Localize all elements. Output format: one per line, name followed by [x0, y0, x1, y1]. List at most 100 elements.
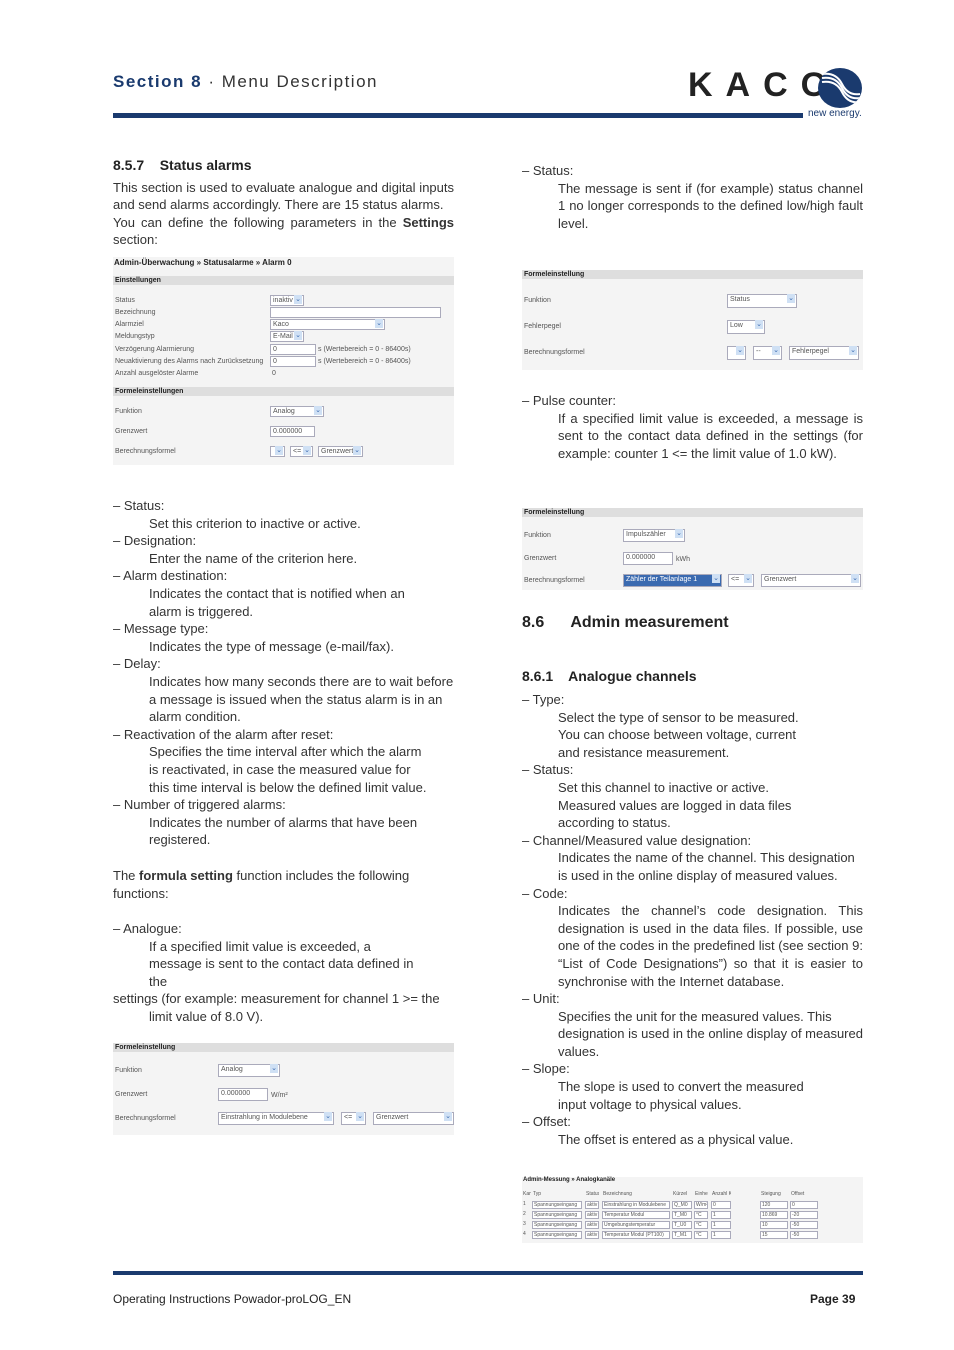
- funktion-label: Funktion: [115, 1067, 142, 1074]
- intro2-pre: You can define the following parameters …: [113, 214, 403, 230]
- table-cell[interactable]: Temperatur Modul (PT100): [602, 1231, 670, 1239]
- funktion-select[interactable]: Analog: [270, 406, 324, 417]
- formel-operand2-select[interactable]: Grenzwert: [373, 1112, 454, 1125]
- item-label: – Type:: [522, 692, 565, 707]
- table-cell[interactable]: °C: [694, 1211, 708, 1219]
- column-header: Einheit: [695, 1191, 708, 1197]
- list-item: – Channel/Measured value designation: Ind…: [522, 832, 863, 885]
- funktion-label: Funktion: [524, 297, 551, 304]
- grenzwert-label: Grenzwert: [115, 1091, 148, 1098]
- item-label: – Channel/Measured value designation:: [522, 832, 752, 848]
- table-cell[interactable]: -50: [790, 1221, 818, 1229]
- table-cell[interactable]: T_M0: [672, 1211, 692, 1219]
- table-cell[interactable]: 1: [711, 1231, 731, 1239]
- item-label: – Status:: [522, 762, 574, 778]
- formel-operand1-select[interactable]: [727, 346, 746, 360]
- table-cell[interactable]: W/m²: [694, 1201, 708, 1209]
- table-cell[interactable]: 120: [760, 1201, 788, 1209]
- formel-operand2-select[interactable]: Grenzwert: [318, 446, 363, 457]
- status-label: Status: [115, 297, 135, 304]
- formel-operand1-select[interactable]: Zähler der Teilanlage 1: [623, 574, 722, 587]
- table-cell[interactable]: Q_M0: [672, 1201, 692, 1209]
- table-cell[interactable]: -20: [790, 1211, 818, 1219]
- table-cell[interactable]: Spannungseingang: [532, 1221, 582, 1229]
- funktion-select[interactable]: Analog: [218, 1064, 280, 1077]
- table-cell[interactable]: 10: [760, 1221, 788, 1229]
- bezeichnung-input[interactable]: [270, 307, 441, 318]
- screenshot-pulse-formula: Formeleinstellung Funktion Impulszähler …: [522, 508, 863, 590]
- table-cell[interactable]: aktiv: [585, 1231, 599, 1239]
- table-cell[interactable]: 0: [790, 1201, 818, 1209]
- reactivation-input[interactable]: 0: [270, 356, 316, 367]
- formel-operand1-select[interactable]: Einstrahlung in Modulebene: [218, 1112, 334, 1125]
- formel-operand2-select[interactable]: Grenzwert: [761, 574, 861, 587]
- column-header: Bezeichnung: [603, 1191, 632, 1197]
- pulse-counter-item: – Pulse counter: If a specified limit va…: [522, 392, 863, 462]
- table-cell[interactable]: Spannungseingang: [532, 1201, 582, 1209]
- bezeichnung-label: Bezeichnung: [115, 309, 156, 316]
- grenzwert-input[interactable]: 0.000000: [270, 426, 315, 437]
- table-title: Admin-Messung » Analogkanäle: [523, 1177, 616, 1183]
- table-cell[interactable]: aktiv: [585, 1221, 599, 1229]
- table-cell[interactable]: T_M1: [672, 1231, 692, 1239]
- table-cell[interactable]: 1: [711, 1221, 731, 1229]
- table-cell[interactable]: Spannungseingang: [532, 1231, 582, 1239]
- left-column: 8.5.7 Status alarms This section is used…: [113, 157, 454, 249]
- formel-operator-select[interactable]: --: [753, 346, 782, 360]
- column-header: Steigung: [761, 1191, 781, 1197]
- table-cell[interactable]: °C: [694, 1221, 708, 1229]
- footer-document-title: Operating Instructions Powador-proLOG_EN: [113, 1292, 352, 1306]
- table-cell[interactable]: Spannungseingang: [532, 1211, 582, 1219]
- table-cell[interactable]: Umgebungstemperatur: [602, 1221, 670, 1229]
- grenzwert-input[interactable]: 0.000000: [218, 1088, 268, 1101]
- column-header: Typ: [533, 1191, 542, 1197]
- table-cell[interactable]: T_U0: [672, 1221, 692, 1229]
- reactivation-unit: s (Wertebereich = 0 - 86400s): [318, 358, 411, 365]
- section-title: Section 8 · Menu Description: [113, 72, 378, 92]
- screenshot-analog-formula: Formeleinstellung Funktion Analog Grenzw…: [113, 1043, 454, 1135]
- item-label: – Code:: [522, 885, 568, 901]
- table-cell[interactable]: -50: [790, 1231, 818, 1239]
- item-label: – Slope:: [522, 1061, 570, 1077]
- table-cell[interactable]: 10.869: [760, 1211, 788, 1219]
- table-cell[interactable]: 0: [711, 1201, 731, 1209]
- heading-admin-measurement: 8.6 Admin measurement: [522, 614, 729, 631]
- formel-operand2-select[interactable]: Fehlerpegel: [789, 346, 859, 360]
- formula-intro: The formula setting function includes th…: [113, 867, 454, 902]
- table-cell[interactable]: Einstrahlung in Modulebene: [602, 1201, 670, 1209]
- table-cell[interactable]: °C: [694, 1231, 708, 1239]
- formel-operator-select[interactable]: <=: [341, 1112, 366, 1125]
- list-item: – Type: Select the type of sensor to be m…: [522, 691, 863, 761]
- fehlerpegel-select[interactable]: Low: [727, 320, 765, 334]
- alarmziel-select[interactable]: Kaco: [270, 319, 385, 330]
- formula-bar: Formeleinstellung: [522, 270, 863, 279]
- item-desc: Enter the name of the criterion here.: [149, 550, 358, 566]
- formel-operator-select[interactable]: <=: [290, 446, 313, 457]
- column-header: Status: [586, 1191, 599, 1197]
- analogue-desc-3: limit value of 8.0 V).: [149, 1008, 264, 1024]
- funktion-select[interactable]: Status: [727, 294, 797, 308]
- table-cell[interactable]: aktiv: [585, 1201, 599, 1209]
- status-desc: The message is sent if (for example) sta…: [558, 180, 863, 231]
- formula-bar: Formeleinstellungen: [113, 387, 454, 396]
- alarmziel-label: Alarmziel: [115, 321, 144, 328]
- item-desc: The offset is entered as a physical valu…: [558, 1131, 794, 1147]
- grenzwert-input[interactable]: 0.000000: [623, 552, 673, 565]
- formel-operator-select[interactable]: <=: [728, 574, 754, 587]
- table-cell[interactable]: 1: [711, 1211, 731, 1219]
- table-cell[interactable]: Temperatur Modul: [602, 1211, 670, 1219]
- formel-operand1-select[interactable]: [270, 446, 285, 457]
- kaco-wave-icon: [818, 68, 862, 108]
- formula-bar: Formeleinstellung: [113, 1043, 454, 1052]
- status-select[interactable]: inaktiv: [270, 295, 304, 306]
- table-cell[interactable]: 15: [760, 1231, 788, 1239]
- screenshot-analog-channels: Admin-Messung » Analogkanäle KanalTyp Sta…: [522, 1177, 863, 1243]
- meldungstyp-select[interactable]: E-Mail: [270, 331, 304, 342]
- funktion-label: Funktion: [524, 532, 551, 539]
- funktion-select[interactable]: Impulszähler: [623, 529, 685, 542]
- item-desc: Indicates the name of the channel. This …: [558, 850, 855, 883]
- table-cell[interactable]: aktiv: [585, 1211, 599, 1219]
- intro-text-2: You can define the following parameters …: [113, 214, 454, 249]
- delay-input[interactable]: 0: [270, 344, 316, 355]
- list-item: – Number of triggered alarms: Indicates t…: [113, 796, 458, 849]
